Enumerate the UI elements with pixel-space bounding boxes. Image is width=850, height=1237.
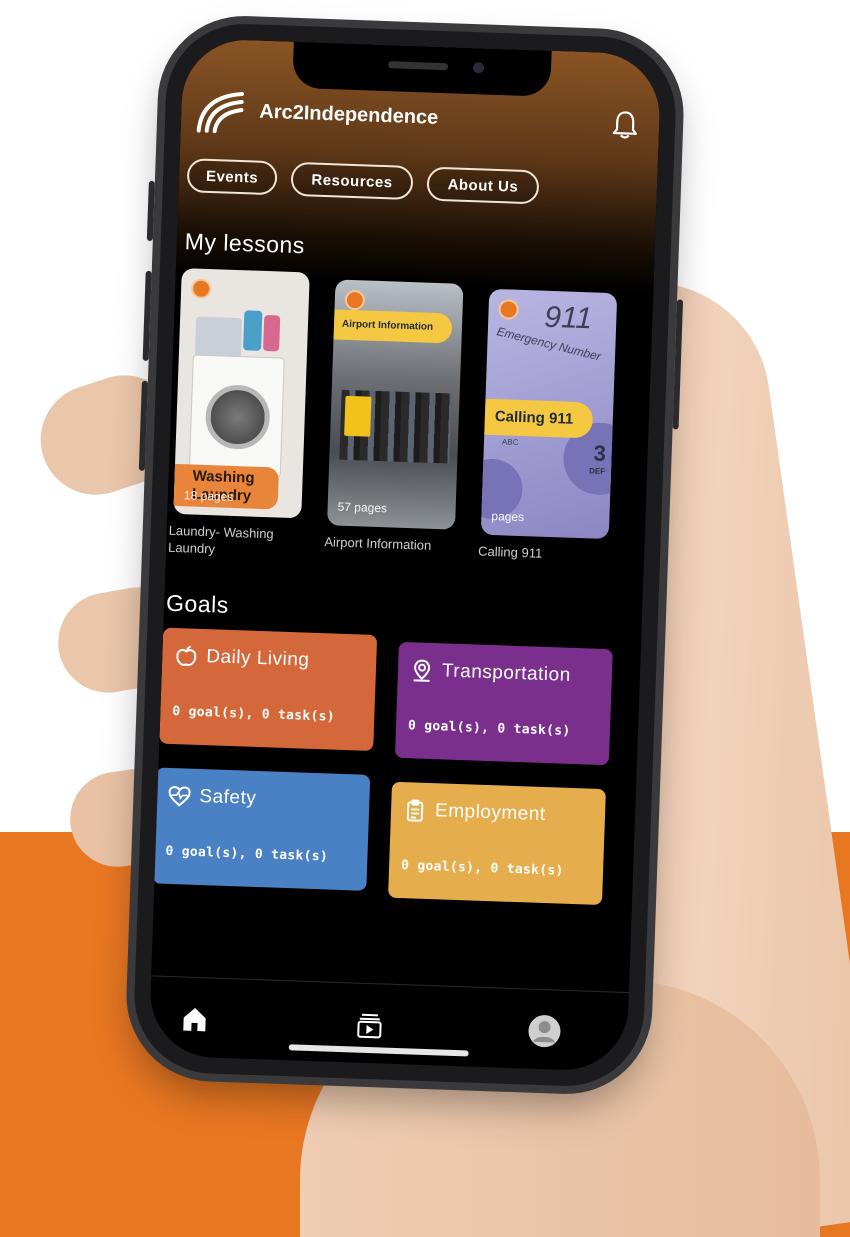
location-pin-icon: [413, 659, 431, 682]
lesson-tag: Airport Information: [333, 309, 453, 344]
home-indicator: [288, 1044, 469, 1057]
events-pill-button[interactable]: Events: [186, 158, 278, 196]
home-icon[interactable]: [179, 1003, 210, 1034]
washing-machine-door: [204, 383, 271, 451]
phone-side-button: [142, 270, 152, 361]
goal-label: Employment: [434, 800, 547, 826]
lesson-pages: 57 pages: [337, 499, 388, 516]
goal-header: Daily Living: [174, 644, 310, 673]
lesson-badge-icon: [190, 278, 212, 300]
resources-pill-button[interactable]: Resources: [290, 161, 414, 201]
goal-count: 0 goal(s), 0 task(s): [400, 858, 564, 879]
detergent-bottle: [263, 314, 281, 352]
lesson-pages: 18 pages: [183, 488, 234, 504]
goal-card-safety[interactable]: Safety 0 goal(s), 0 task(s): [152, 767, 371, 891]
about-us-label: About Us: [447, 175, 519, 196]
lesson-caption: Calling 911: [477, 543, 543, 561]
apple-icon: [176, 645, 197, 666]
airport-cart: [344, 395, 372, 437]
lesson-card-laundry[interactable]: Washing Laundry 18 pages: [173, 268, 310, 519]
lesson-card-airport[interactable]: Airport Information 57 pages: [326, 279, 464, 530]
resources-label: Resources: [311, 171, 393, 191]
my-lessons-title: My lessons: [184, 228, 306, 259]
speaker: [387, 61, 449, 71]
front-camera: [472, 62, 485, 74]
about-us-pill-button[interactable]: About Us: [426, 166, 540, 205]
goals-title: Goals: [165, 589, 230, 618]
goal-card-transportation[interactable]: Transportation 0 goal(s), 0 task(s): [394, 641, 613, 766]
key-label: DEF: [588, 466, 606, 476]
goal-header: Transportation: [410, 658, 572, 688]
phone-side-button: [146, 180, 155, 242]
goal-count: 0 goal(s), 0 task(s): [165, 843, 329, 865]
phone-frame: Arc2Independence Events Resources About …: [131, 21, 684, 1089]
goal-label: Daily Living: [205, 646, 310, 671]
screen-text: 911: [543, 300, 593, 336]
lesson-caption: Airport Information: [324, 534, 432, 553]
lesson-caption: Laundry- Washing Laundry: [167, 522, 274, 557]
goal-label: Safety: [199, 785, 257, 809]
goal-count: 0 goal(s), 0 task(s): [407, 718, 571, 739]
phone-screen: Arc2Independence Events Resources About …: [148, 37, 662, 1073]
lesson-tag: Calling 911: [484, 398, 594, 439]
goal-card-daily-living[interactable]: Daily Living 0 goal(s), 0 task(s): [159, 627, 378, 752]
profile-avatar-icon[interactable]: [527, 1014, 562, 1049]
goal-count: 0 goal(s), 0 task(s): [172, 703, 336, 725]
goal-header: Safety: [167, 784, 257, 811]
lesson-card-calling-911[interactable]: 911 Emergency Number 3 DEF ABC Calling 91…: [480, 288, 618, 540]
lesson-pages: pages: [491, 508, 525, 525]
towel-stack: [194, 316, 243, 359]
key-label: ABC: [501, 437, 519, 447]
app-logo-icon: [196, 92, 244, 134]
notch: [292, 41, 552, 97]
washing-machine: [188, 354, 285, 478]
notification-bell-icon[interactable]: [611, 109, 640, 140]
lesson-badge-icon: [498, 299, 519, 320]
lesson-badge-icon: [344, 289, 366, 311]
goal-header: Employment: [403, 798, 546, 827]
goal-label: Transportation: [441, 660, 572, 686]
bottom-nav-divider: [151, 975, 629, 994]
detergent-bottle: [243, 310, 263, 351]
heart-pulse-icon: [168, 786, 191, 807]
clipboard-icon: [406, 799, 424, 822]
video-library-icon[interactable]: [354, 1010, 385, 1041]
events-label: Events: [205, 167, 259, 187]
goal-card-employment[interactable]: Employment 0 goal(s), 0 task(s): [388, 781, 606, 906]
